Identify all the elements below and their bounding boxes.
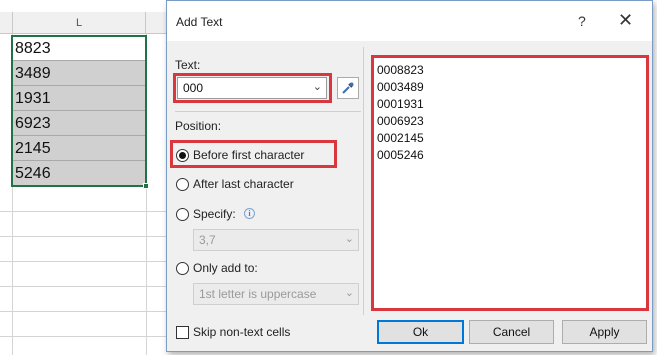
close-icon[interactable]: ✕ [618, 10, 633, 31]
skip-non-text-checkbox[interactable] [176, 326, 189, 339]
text-value[interactable]: 000 [183, 81, 203, 95]
grid-line [0, 211, 170, 212]
help-button[interactable]: ? [578, 13, 586, 29]
grid-line [0, 311, 170, 312]
before-first-label[interactable]: Before first character [193, 148, 304, 162]
text-combo[interactable]: 000 ⌄ [177, 77, 327, 99]
grid-line [0, 236, 170, 237]
position-label: Position: [175, 119, 222, 133]
preview-line: 0005246 [377, 148, 424, 162]
separator [175, 111, 361, 112]
preview-line: 0008823 [377, 63, 424, 77]
grid-line [0, 261, 170, 262]
preview-line: 0001931 [377, 97, 424, 111]
preview-pane: 0008823 0003489 0001931 0006923 0002145 … [371, 55, 649, 311]
cell[interactable]: 8823 [12, 36, 146, 61]
preview-line: 0003489 [377, 80, 424, 94]
only-add-to-value: 1st letter is uppercase [199, 287, 317, 301]
chevron-down-icon: ⌄ [344, 287, 354, 299]
dialog-title: Add Text [176, 15, 223, 29]
title-bar[interactable]: Add Text ? ✕ [167, 1, 652, 41]
cancel-button[interactable]: Cancel [469, 320, 554, 344]
preview-line: 0002145 [377, 131, 424, 145]
only-add-to-combo: 1st letter is uppercase ⌄ [193, 283, 359, 305]
radio-specify[interactable] [176, 208, 189, 221]
specify-combo: 3,7 ⌄ [193, 229, 359, 251]
after-last-label[interactable]: After last character [193, 177, 294, 191]
add-text-dialog: Add Text ? ✕ Text: 000 ⌄ Position: Befor… [166, 0, 653, 352]
preview-list: 0008823 0003489 0001931 0006923 0002145 … [375, 62, 424, 164]
text-label: Text: [175, 58, 201, 72]
grid-line [146, 34, 147, 355]
column-header-bar: L [0, 12, 170, 34]
spreadsheet: L 8823 3489 1931 6923 2145 5246 [0, 0, 170, 355]
radio-before-first[interactable] [176, 149, 189, 162]
separator [363, 47, 364, 315]
only-add-to-label[interactable]: Only add to: [193, 261, 258, 275]
cell[interactable]: 6923 [12, 111, 146, 136]
radio-after-last[interactable] [176, 178, 189, 191]
ok-button[interactable]: Ok [377, 320, 464, 344]
specify-value: 3,7 [199, 233, 216, 247]
grid-line [0, 286, 170, 287]
grid-line [0, 336, 170, 337]
info-icon[interactable]: i [244, 208, 255, 219]
fill-handle[interactable] [143, 183, 149, 189]
chevron-down-icon: ⌄ [344, 233, 354, 245]
apply-button[interactable]: Apply [562, 320, 647, 344]
column-header-l[interactable]: L [12, 12, 146, 34]
cell[interactable]: 2145 [12, 136, 146, 161]
skip-non-text-label[interactable]: Skip non-text cells [193, 325, 290, 339]
chevron-down-icon[interactable]: ⌄ [313, 80, 322, 93]
selected-range: 8823 3489 1931 6923 2145 5246 [12, 36, 146, 186]
preview-line: 0006923 [377, 114, 424, 128]
cell[interactable]: 5246 [12, 161, 146, 186]
specify-label[interactable]: Specify: [193, 207, 236, 221]
cell[interactable]: 3489 [12, 61, 146, 86]
radio-only-add-to[interactable] [176, 262, 189, 275]
cell[interactable]: 1931 [12, 86, 146, 111]
eyedropper-icon[interactable] [337, 77, 359, 99]
